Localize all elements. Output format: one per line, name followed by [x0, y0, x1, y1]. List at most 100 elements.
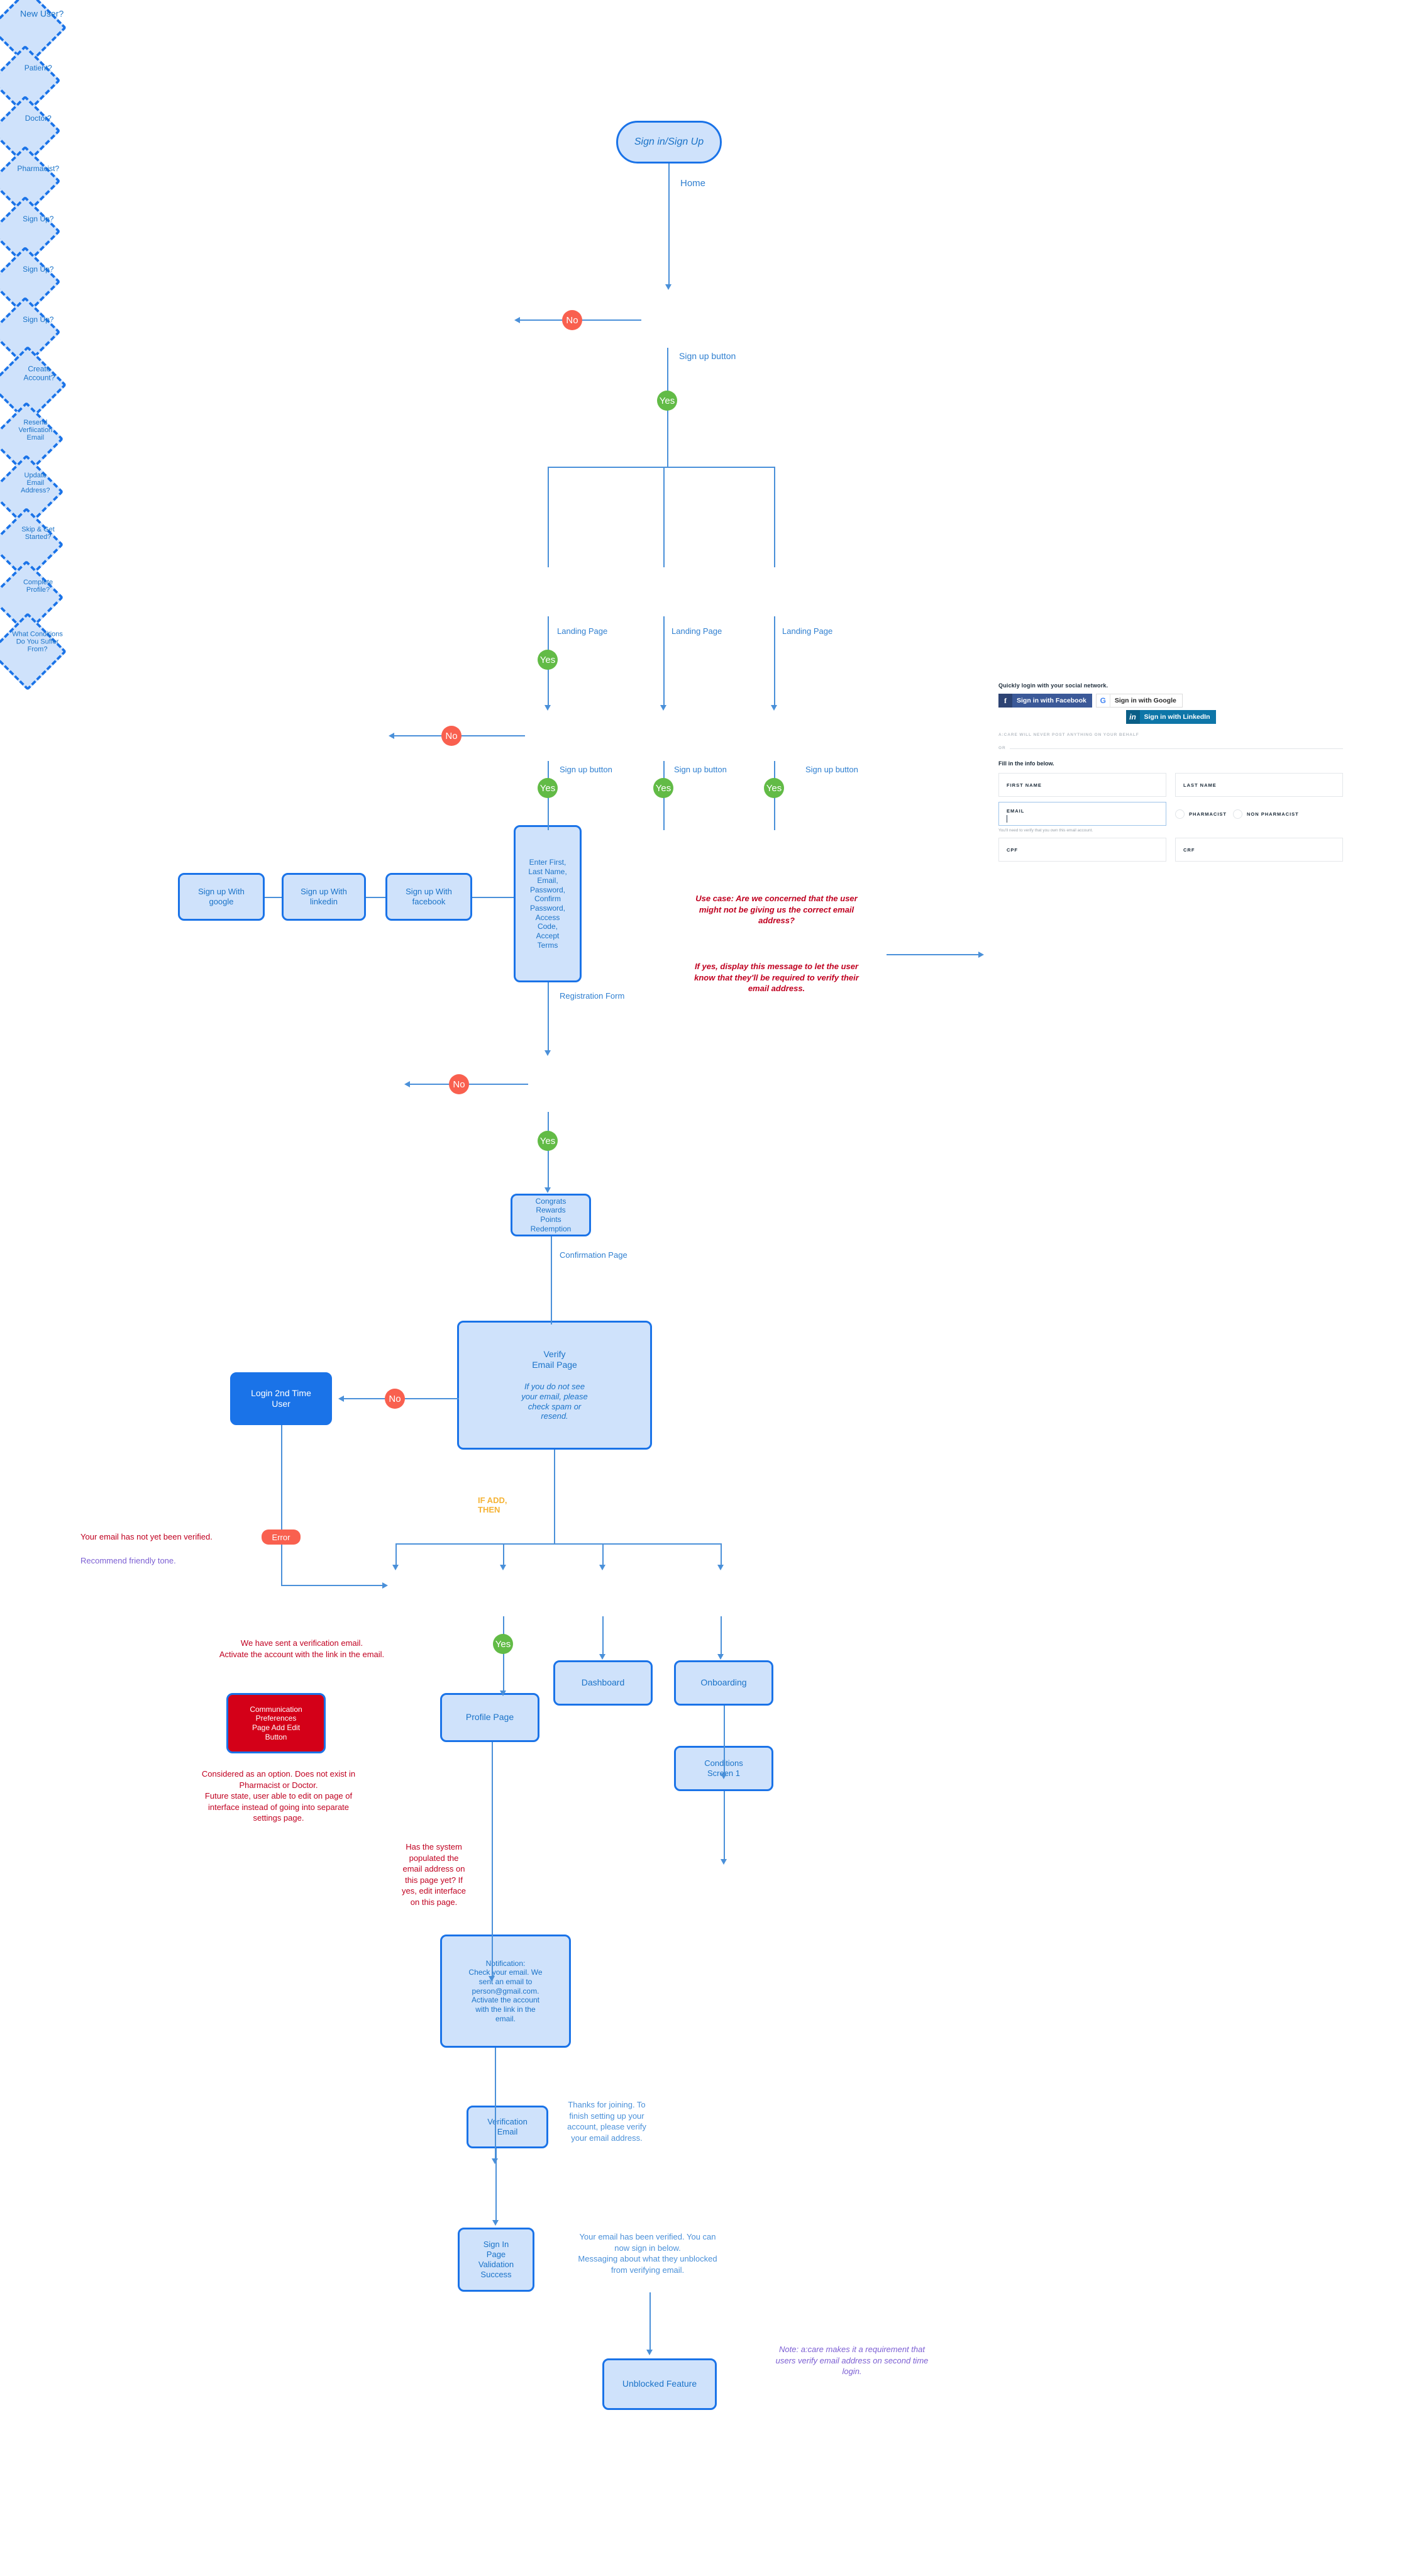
connector-onboarding-down — [724, 1706, 725, 1776]
radio-pharmacist[interactable]: PHARMACIST — [1175, 809, 1227, 819]
annotation-verification-email-copy: Thanks for joining. To finish setting up… — [567, 2100, 646, 2143]
annotation-validation-success-copy: Your email has been verified. You can no… — [578, 2232, 717, 2275]
arrowhead-new-user-no — [514, 317, 520, 323]
node-new-user-label: New User? — [20, 8, 64, 19]
connector-branch-complete — [721, 1543, 722, 1566]
edge-label-signup-button-patient: Sign up button — [560, 765, 612, 774]
facebook-signin-button[interactable]: f Sign in with Facebook — [998, 694, 1092, 708]
annotation-second-login-note: Note: a:care makes it a requirement that… — [775, 2345, 929, 2377]
radio-dot-pharmacist — [1175, 809, 1185, 819]
connector-pharmacist-down — [774, 616, 775, 706]
form-social-heading: Quickly login with your social network. — [998, 682, 1108, 689]
google-signin-button[interactable]: G Sign in with Google — [1095, 694, 1183, 708]
node-registration-fields[interactable]: Enter First, Last Name, Email, Password,… — [514, 825, 582, 982]
badge-no-verify-email: No — [385, 1389, 405, 1409]
last-name-field[interactable]: LAST NAME — [1175, 773, 1343, 797]
node-unblocked-feature[interactable]: Unblocked Feature — [602, 2358, 717, 2410]
facebook-signin-label: Sign in with Facebook — [1017, 697, 1086, 704]
node-sign-in-validation-success[interactable]: Sign In Page Validation Success — [458, 2228, 534, 2292]
badge-yes-signup-pharmacist: Yes — [764, 778, 784, 798]
linkedin-signin-button[interactable]: in Sign in with LinkedIn — [1125, 710, 1216, 724]
edge-label-registration-form: Registration Form — [560, 991, 625, 1001]
edge-label-confirmation-page: Confirmation Page — [560, 1250, 627, 1260]
arrowhead-profile-down — [489, 1976, 495, 1982]
node-signup-linkedin[interactable]: Sign up With linkedin — [282, 873, 366, 921]
node-dashboard[interactable]: Dashboard — [553, 1660, 653, 1706]
email-help-text: You'll need to verify that you own this … — [998, 828, 1093, 833]
edge-label-home: Home — [680, 178, 706, 189]
annotation-recommend-friendly-tone: Recommend friendly tone. — [80, 1556, 176, 1565]
node-what-conditions[interactable]: What Conditions Do You Suffer From? — [0, 612, 67, 691]
connector-bus-to-doctor — [663, 467, 665, 567]
arrowhead-doctor-down — [660, 705, 666, 711]
annotation-sent-verification-email: We have sent a verification email. Activ… — [219, 1638, 385, 1659]
node-notification[interactable]: Notification: Check your email. We sent … — [440, 1935, 571, 2048]
node-congrats[interactable]: Congrats Rewards Points Redemption — [511, 1194, 591, 1236]
arrowhead-home — [665, 284, 672, 290]
pharmacist-radio-group: PHARMACIST NON PHARMACIST — [1175, 802, 1343, 826]
form-disclaimer: A:CARE WILL NEVER POST ANYTHING ON YOUR … — [998, 733, 1139, 737]
connector-error-right — [281, 1585, 385, 1586]
arrowhead-conditions-down — [721, 1859, 727, 1865]
badge-no-new-user: No — [562, 310, 582, 330]
node-sign-up-pharmacist-label: Sign Up? — [22, 314, 54, 324]
arrowhead-patient-down — [544, 705, 551, 711]
facebook-icon: f — [998, 694, 1012, 708]
first-name-field[interactable]: FIRST NAME — [998, 773, 1166, 797]
connector-bus-horizontal — [548, 467, 774, 468]
form-or-label: OR — [998, 746, 1006, 750]
form-or-divider: OR — [998, 746, 1343, 750]
arrowhead-branch-complete — [717, 1565, 724, 1570]
arrowhead-update-email-down — [500, 1690, 506, 1696]
node-patient-label: Patient? — [24, 63, 52, 72]
connector-registration-down — [548, 982, 549, 1052]
badge-yes-patient: Yes — [538, 650, 558, 670]
node-verification-email[interactable]: Verification Email — [467, 2106, 548, 2148]
edge-label-landing-patient: Landing Page — [557, 626, 608, 636]
node-signup-facebook[interactable]: Sign up With facebook — [385, 873, 472, 921]
badge-yes-update-email: Yes — [493, 1634, 513, 1654]
radio-label-non-pharmacist: NON PHARMACIST — [1247, 811, 1299, 817]
node-update-email-address-label: Update Email Address? — [20, 471, 50, 494]
node-verify-email-page[interactable]: Verify Email Page If you do not see your… — [457, 1321, 652, 1450]
connector-bus-stem — [667, 442, 668, 467]
node-doctor-label: Doctor? — [25, 113, 52, 123]
arrowhead-skip-down — [599, 1654, 605, 1660]
edge-label-if-add-then: IF ADD, THEN — [478, 1496, 507, 1514]
badge-error: Error — [262, 1530, 301, 1545]
email-field[interactable]: EMAIL — [998, 802, 1166, 826]
connector-validation-to-unblocked — [649, 2292, 651, 2352]
connector-skip-down — [602, 1616, 604, 1656]
radio-label-pharmacist: PHARMACIST — [1189, 811, 1227, 817]
badge-yes-signup-patient: Yes — [538, 778, 558, 798]
cpf-field[interactable]: CPF — [998, 838, 1166, 862]
arrowhead-verify-to-login2nd — [338, 1396, 344, 1402]
connector-complete-down — [721, 1616, 722, 1656]
node-verify-email-page-title: Verify Email Page — [532, 1348, 577, 1370]
connector-login2nd-down — [281, 1425, 282, 1535]
email-field-label: EMAIL — [1007, 808, 1025, 814]
annotation-if-yes-display: If yes, display this message to let the … — [694, 962, 859, 994]
node-login-2nd-time-user[interactable]: Login 2nd Time User — [230, 1372, 332, 1425]
node-profile-page[interactable]: Profile Page — [440, 1693, 539, 1742]
node-create-account-label: Create Account? — [23, 364, 55, 382]
radio-non-pharmacist[interactable]: NON PHARMACIST — [1233, 809, 1299, 819]
connector-home — [668, 164, 670, 286]
connector-branch-resend — [395, 1543, 397, 1566]
node-sign-up-patient-label: Sign Up? — [22, 214, 54, 223]
node-onboarding[interactable]: Onboarding — [674, 1660, 773, 1706]
crf-field[interactable]: CRF — [1175, 838, 1343, 862]
badge-no-sign-up-patient: No — [441, 726, 462, 746]
google-icon: G — [1097, 694, 1110, 708]
node-signup-google[interactable]: Sign up With google — [178, 873, 265, 921]
node-sign-up-doctor-label: Sign Up? — [22, 264, 54, 274]
registration-form-mockup: Quickly login with your social network. … — [998, 682, 1343, 862]
node-skip-get-started-label: Skip & Get Started? — [21, 525, 55, 541]
node-sign-in-sign-up[interactable]: Sign in/Sign Up — [616, 121, 722, 164]
node-communication-preferences[interactable]: Communication Preferences Page Add Edit … — [226, 1693, 326, 1753]
badge-yes-signup-doctor: Yes — [653, 778, 673, 798]
badge-yes-create-account: Yes — [538, 1131, 558, 1151]
arrowhead-validation-to-unblocked — [646, 2350, 653, 2355]
arrowhead-verification-email-down — [492, 2220, 499, 2226]
connector-verify-down — [554, 1450, 555, 1544]
